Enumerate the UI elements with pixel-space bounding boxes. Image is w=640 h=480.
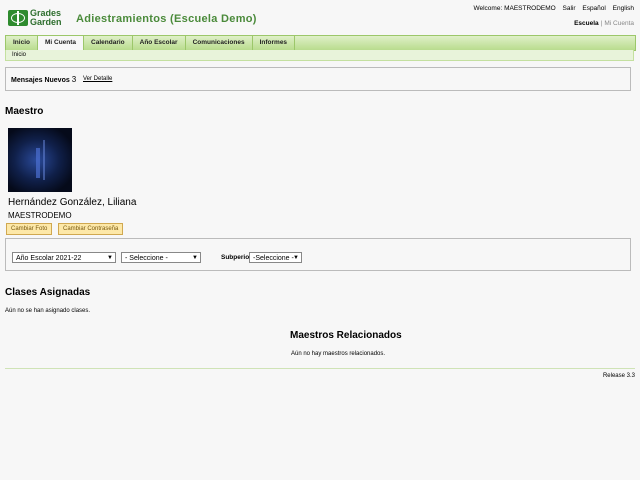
classes-empty-note: Aún no se han asignado clases.: [5, 308, 91, 314]
main-nav: Inicio Mi Cuenta Calendario Año Escolar …: [5, 35, 636, 51]
logo-text: Grades Garden: [30, 8, 62, 27]
globe-logo-icon: [8, 10, 28, 26]
english-link[interactable]: English: [613, 5, 634, 12]
related-empty-note: Aún no hay maestros relacionados.: [291, 351, 386, 357]
teacher-username: MAESTRODEMO: [8, 211, 72, 220]
chevron-down-icon: ▼: [192, 255, 198, 261]
welcome-text: Welcome: MAESTRODEMO: [473, 5, 556, 12]
teacher-photo: [8, 128, 72, 192]
context-separator: |: [600, 20, 603, 27]
my-account-link[interactable]: Mi Cuenta: [604, 20, 634, 27]
period-select[interactable]: - Seleccione - ▼: [121, 252, 201, 263]
filter-panel: Año Escolar 2021-22 ▼ - Seleccione - ▼ S…: [5, 238, 631, 271]
spanish-link[interactable]: Español: [582, 5, 606, 12]
change-photo-button[interactable]: Cambiar Foto: [6, 223, 53, 235]
breadcrumb: Inicio: [5, 50, 634, 61]
tab-informes[interactable]: Informes: [253, 36, 296, 50]
school-year-select[interactable]: Año Escolar 2021-22 ▼: [12, 252, 116, 263]
breadcrumb-inicio[interactable]: Inicio: [12, 52, 26, 58]
tab-ano-escolar[interactable]: Año Escolar: [133, 36, 186, 50]
messages-label-text: Mensajes Nuevos: [11, 77, 70, 84]
tab-inicio[interactable]: Inicio: [6, 36, 38, 50]
app-title: Adiestramientos (Escuela Demo): [76, 13, 257, 25]
messages-panel: Mensajes Nuevos 3 Ver Detalle: [5, 67, 631, 91]
top-links: Welcome: MAESTRODEMO Salir Español Engli…: [468, 5, 634, 12]
messages-label: Mensajes Nuevos 3: [11, 75, 76, 84]
teacher-name: Hernández González, Liliana: [8, 197, 137, 208]
school-link[interactable]: Escuela: [574, 20, 599, 27]
chevron-down-icon: ▼: [293, 255, 299, 261]
change-password-button[interactable]: Cambiar Contraseña: [58, 223, 124, 235]
view-details-link[interactable]: Ver Detalle: [83, 76, 112, 82]
logo[interactable]: Grades Garden: [8, 8, 66, 28]
release-version: Release 3.3: [602, 373, 635, 379]
subperiod-select[interactable]: -Seleccione - ▼: [249, 252, 302, 263]
subperiod-value: -Seleccione -: [253, 255, 294, 262]
messages-count: 3: [71, 75, 77, 84]
context-switcher: Escuela | Mi Cuenta: [574, 20, 634, 27]
teacher-heading: Maestro: [5, 106, 44, 117]
school-year-value: Año Escolar 2021-22: [16, 255, 82, 262]
footer-divider: [5, 368, 635, 369]
logout-link[interactable]: Salir: [563, 5, 576, 12]
chevron-down-icon: ▼: [107, 255, 113, 261]
tab-comunicaciones[interactable]: Comunicaciones: [186, 36, 253, 50]
tab-mi-cuenta[interactable]: Mi Cuenta: [37, 36, 85, 50]
period-value: - Seleccione -: [125, 255, 168, 262]
header: Grades Garden Adiestramientos (Escuela D…: [0, 0, 640, 34]
classes-heading: Clases Asignadas: [5, 287, 91, 298]
tab-calendario[interactable]: Calendario: [84, 36, 133, 50]
related-heading: Maestros Relacionados: [290, 330, 402, 341]
